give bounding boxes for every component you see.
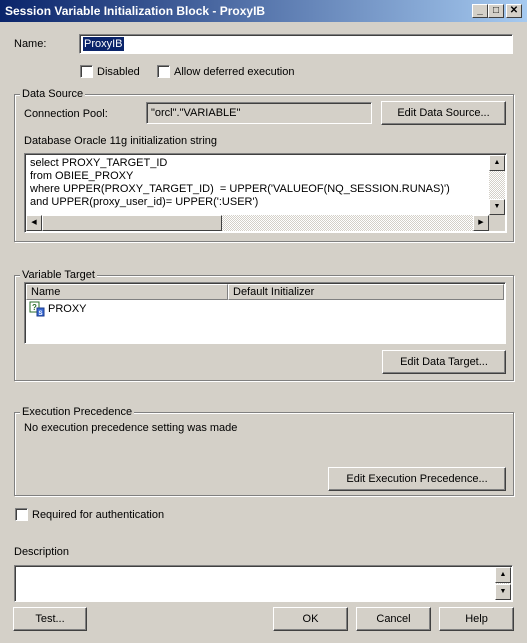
name-label: Name: bbox=[14, 38, 47, 50]
edit-data-target-button[interactable]: Edit Data Target... bbox=[382, 350, 506, 374]
minimize-button[interactable]: _ bbox=[472, 4, 488, 18]
disabled-checkbox[interactable] bbox=[80, 65, 93, 78]
cancel-button[interactable]: Cancel bbox=[356, 607, 431, 631]
name-input[interactable]: ProxyIB bbox=[79, 34, 513, 54]
init-string-label: Database Oracle 11g initialization strin… bbox=[24, 135, 218, 147]
scroll-right-icon[interactable]: ▶ bbox=[473, 215, 489, 231]
column-header-name[interactable]: Name bbox=[26, 284, 228, 300]
connection-pool-value: "orcl"."VARIABLE" bbox=[151, 107, 241, 119]
sql-line-2: from OBIEE_PROXY bbox=[30, 170, 134, 182]
variable-target-table[interactable]: Name Default Initializer ? S PROXY bbox=[24, 282, 506, 344]
sql-line-4: and UPPER(proxy_user_id)= UPPER(':USER') bbox=[30, 196, 259, 208]
close-icon: ✕ bbox=[509, 5, 519, 16]
horizontal-scroll-thumb[interactable] bbox=[42, 215, 222, 231]
help-button[interactable]: Help bbox=[439, 607, 514, 631]
column-header-default-initializer[interactable]: Default Initializer bbox=[228, 284, 504, 300]
svg-text:?: ? bbox=[32, 303, 37, 312]
execution-precedence-message: No execution precedence setting was made bbox=[24, 422, 238, 434]
session-variable-icon: ? S bbox=[29, 301, 45, 317]
minimize-icon: _ bbox=[477, 5, 483, 16]
data-source-legend: Data Source bbox=[20, 88, 86, 100]
window-title: Session Variable Initialization Block - … bbox=[5, 4, 266, 18]
connection-pool-label: Connection Pool: bbox=[24, 108, 108, 120]
maximize-icon: □ bbox=[492, 5, 500, 16]
description-label: Description bbox=[14, 546, 70, 558]
deferred-execution-label: Allow deferred execution bbox=[174, 66, 295, 78]
execution-precedence-legend: Execution Precedence bbox=[20, 406, 135, 418]
ok-button[interactable]: OK bbox=[273, 607, 348, 631]
connection-pool-field: "orcl"."VARIABLE" bbox=[146, 102, 372, 124]
disabled-label: Disabled bbox=[97, 66, 140, 78]
scroll-corner bbox=[489, 215, 505, 231]
edit-data-source-button[interactable]: Edit Data Source... bbox=[381, 101, 506, 125]
table-row[interactable]: ? S PROXY bbox=[27, 301, 497, 317]
test-button[interactable]: Test... bbox=[13, 607, 87, 631]
close-button[interactable]: ✕ bbox=[506, 4, 522, 18]
required-authentication-label: Required for authentication bbox=[32, 509, 165, 521]
maximize-button[interactable]: □ bbox=[488, 4, 504, 18]
variable-name-cell: PROXY bbox=[48, 303, 87, 315]
title-bar[interactable]: Session Variable Initialization Block - … bbox=[0, 0, 527, 22]
required-authentication-checkbox[interactable] bbox=[15, 508, 28, 521]
description-scroll-up-icon[interactable]: ▲ bbox=[495, 567, 511, 583]
scroll-down-icon[interactable]: ▼ bbox=[489, 199, 505, 215]
scroll-left-icon[interactable]: ◀ bbox=[26, 215, 42, 231]
description-scroll-down-icon[interactable]: ▼ bbox=[495, 584, 511, 600]
svg-text:S: S bbox=[39, 311, 43, 317]
scroll-up-icon[interactable]: ▲ bbox=[489, 155, 505, 171]
sql-line-1: select PROXY_TARGET_ID bbox=[30, 157, 168, 169]
edit-execution-precedence-button[interactable]: Edit Execution Precedence... bbox=[328, 467, 506, 491]
description-textarea[interactable]: ▲ ▼ bbox=[14, 565, 513, 602]
name-input-value: ProxyIB bbox=[83, 37, 124, 51]
sql-editor[interactable]: select PROXY_TARGET_ID from OBIEE_PROXY … bbox=[24, 153, 507, 233]
variable-target-legend: Variable Target bbox=[20, 269, 97, 281]
deferred-execution-checkbox[interactable] bbox=[157, 65, 170, 78]
sql-line-3: where UPPER(PROXY_TARGET_ID) = UPPER('VA… bbox=[30, 183, 450, 195]
